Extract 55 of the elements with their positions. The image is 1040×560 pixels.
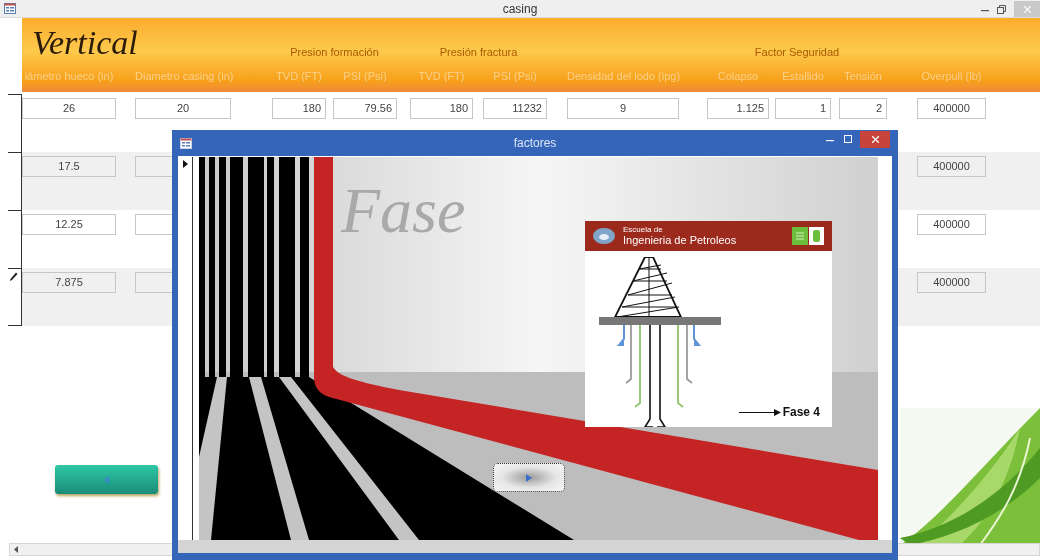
column-header: Densidad del lodo (ipg) <box>567 69 679 84</box>
input-field[interactable]: 9 <box>567 98 679 119</box>
scroll-left-icon[interactable] <box>12 545 20 554</box>
column-header: iámetro hueco (in) <box>23 69 115 84</box>
input-field[interactable]: 20 <box>135 98 231 119</box>
input-field[interactable]: 17.5 <box>22 156 116 177</box>
next-button[interactable] <box>493 463 565 492</box>
input-field[interactable]: 400000 <box>917 156 986 177</box>
input-field[interactable]: 400000 <box>917 272 986 293</box>
column-header: TVD (FT) <box>417 69 466 84</box>
left-arrow-icon <box>103 475 110 484</box>
form-icon <box>4 3 16 14</box>
school-caption: Escuela de <box>623 226 664 234</box>
input-field[interactable]: 7.875 <box>22 272 116 293</box>
slide-heading: Fase <box>341 179 466 243</box>
group-label: Presion formación <box>289 44 380 60</box>
column-header: Overpull (lb) <box>920 69 983 84</box>
input-field[interactable]: 26 <box>22 98 116 119</box>
column-header: TVD (FT) <box>275 69 323 84</box>
restore-icon[interactable] <box>997 4 1006 14</box>
input-field[interactable]: 400000 <box>917 98 986 119</box>
phase-caption: Fase 4 <box>782 404 820 421</box>
input-field[interactable]: 180 <box>272 98 326 119</box>
current-record-icon <box>183 160 188 168</box>
input-field[interactable]: 2 <box>839 98 887 119</box>
column-header: Diametro casing (in) <box>135 69 231 84</box>
arrow-icon <box>738 408 781 416</box>
form-title: Vertical <box>31 26 135 60</box>
input-field[interactable]: 11232 <box>483 98 547 119</box>
column-header: Colapso <box>716 69 760 84</box>
input-field[interactable]: 1 <box>775 98 831 119</box>
emblem-icon <box>792 227 824 245</box>
input-field[interactable]: 400000 <box>917 214 986 235</box>
maximize-icon[interactable] <box>844 135 852 143</box>
close-button[interactable] <box>860 130 890 148</box>
school-name: Ingenieria de Petroleos <box>623 235 737 246</box>
column-header: Tensión <box>843 69 883 84</box>
form-icon <box>180 137 192 149</box>
right-arrow-icon <box>526 473 532 482</box>
window-title: casing <box>501 0 539 18</box>
globe-logo-icon <box>593 228 615 244</box>
column-header: Estallido <box>781 69 825 84</box>
input-field[interactable]: 79.56 <box>333 98 397 119</box>
scroll-bar[interactable] <box>178 540 892 553</box>
group-label: Presión fractura <box>438 44 519 60</box>
input-field[interactable]: 12.25 <box>22 214 116 235</box>
close-icon <box>871 135 879 143</box>
input-field[interactable]: 180 <box>410 98 473 119</box>
dialog-title: factores <box>512 135 558 152</box>
group-label: Factor Seguridad <box>753 44 841 60</box>
column-header: PSI (Psi) <box>492 69 538 84</box>
input-field[interactable]: 1.125 <box>707 98 769 119</box>
column-header: PSI (Psi) <box>342 69 388 84</box>
close-icon <box>1023 5 1031 13</box>
pencil-icon <box>9 272 18 282</box>
